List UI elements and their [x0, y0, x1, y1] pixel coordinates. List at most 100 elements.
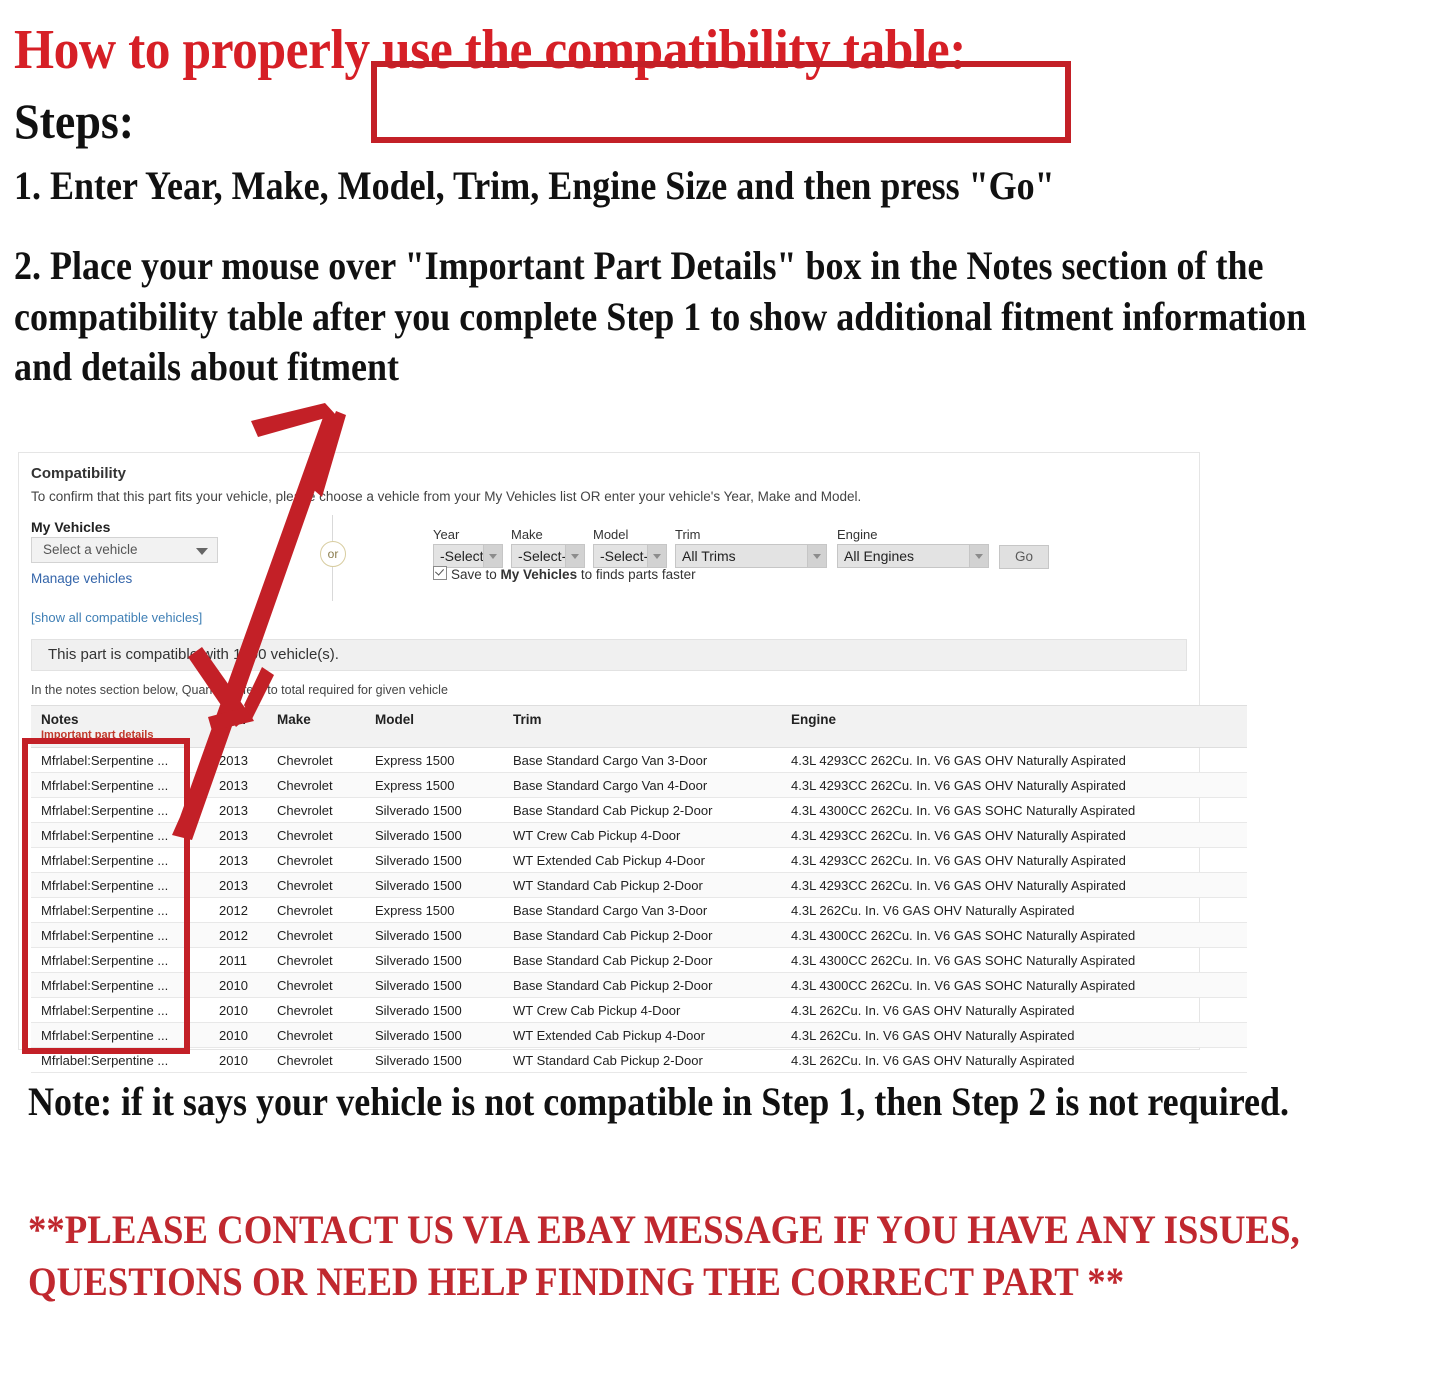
- table-row[interactable]: Mfrlabel:Serpentine ... 2013 Chevrolet Silv…: [31, 822, 1247, 848]
- table-row[interactable]: Mfrlabel:Serpentine ... 2013 Chevrolet Expr…: [31, 772, 1247, 798]
- cell-year: 2013: [209, 847, 267, 873]
- chevron-down-icon: [565, 545, 584, 567]
- fitment-table: Notes Important part details Year Make M…: [31, 705, 1247, 1073]
- table-row[interactable]: Mfrlabel:Serpentine ... 2010 Chevrolet Silv…: [31, 1022, 1247, 1048]
- table-row[interactable]: Mfrlabel:Serpentine ... 2012 Chevrolet Silv…: [31, 922, 1247, 948]
- cell-notes: Mfrlabel:Serpentine ...: [31, 822, 209, 848]
- table-row[interactable]: Mfrlabel:Serpentine ... 2010 Chevrolet Silv…: [31, 1047, 1247, 1073]
- table-row[interactable]: Mfrlabel:Serpentine ... 2012 Chevrolet Expr…: [31, 897, 1247, 923]
- cell-year: 2013: [209, 772, 267, 798]
- table-row[interactable]: Mfrlabel:Serpentine ... 2013 Chevrolet Silv…: [31, 797, 1247, 823]
- model-field: Model -Select-: [593, 527, 667, 568]
- cell-year: 2011: [209, 947, 267, 973]
- cell-engine: 4.3L 4293CC 262Cu. In. V6 GAS OHV Natura…: [781, 747, 1247, 773]
- cell-engine: 4.3L 262Cu. In. V6 GAS OHV Naturally Asp…: [781, 1047, 1247, 1073]
- my-vehicles-label: My Vehicles: [31, 519, 111, 535]
- cell-notes: Mfrlabel:Serpentine ...: [31, 1022, 209, 1048]
- or-divider: or: [316, 515, 350, 601]
- table-header-row: Notes Important part details Year Make M…: [31, 705, 1247, 748]
- manage-vehicles-link[interactable]: Manage vehicles: [31, 571, 132, 586]
- cell-notes: Mfrlabel:Serpentine ...: [31, 797, 209, 823]
- cell-trim: Base Standard Cab Pickup 2-Door: [503, 922, 781, 948]
- column-header-engine: Engine: [781, 705, 1247, 748]
- cell-trim: Base Standard Cab Pickup 2-Door: [503, 947, 781, 973]
- table-row[interactable]: Mfrlabel:Serpentine ... 2010 Chevrolet Silv…: [31, 972, 1247, 998]
- year-select[interactable]: -Select-: [433, 544, 503, 568]
- cell-year: 2012: [209, 897, 267, 923]
- cell-make: Chevrolet: [267, 772, 365, 798]
- cell-trim: Base Standard Cargo Van 4-Door: [503, 772, 781, 798]
- footer-contact-message: **PLEASE CONTACT US VIA EBAY MESSAGE IF …: [28, 1207, 1300, 1304]
- engine-label: Engine: [837, 527, 878, 542]
- column-header-trim: Trim: [503, 705, 781, 748]
- cell-model: Express 1500: [365, 897, 503, 923]
- cell-engine: 4.3L 4300CC 262Cu. In. V6 GAS SOHC Natur…: [781, 947, 1247, 973]
- make-field: Make -Select-: [511, 527, 585, 568]
- vehicle-select-dropdown[interactable]: Select a vehicle: [31, 537, 218, 563]
- make-select[interactable]: -Select-: [511, 544, 585, 568]
- cell-trim: WT Crew Cab Pickup 4-Door: [503, 822, 781, 848]
- cell-model: Silverado 1500: [365, 872, 503, 898]
- trim-field: Trim All Trims: [675, 527, 827, 568]
- engine-select[interactable]: All Engines: [837, 544, 989, 568]
- table-row[interactable]: Mfrlabel:Serpentine ... 2011 Chevrolet Silv…: [31, 947, 1247, 973]
- year-value: -Select-: [440, 548, 489, 564]
- step-1-text: 1. Enter Year, Make, Model, Trim, Engine…: [14, 163, 1055, 208]
- highlight-box-vehicle-finder: [371, 61, 1071, 143]
- cell-trim: WT Crew Cab Pickup 4-Door: [503, 997, 781, 1023]
- cell-trim: WT Standard Cab Pickup 2-Door: [503, 1047, 781, 1073]
- table-row[interactable]: Mfrlabel:Serpentine ... 2013 Chevrolet Silv…: [31, 847, 1247, 873]
- cell-year: 2010: [209, 1047, 267, 1073]
- year-label: Year: [433, 527, 460, 542]
- cell-notes: Mfrlabel:Serpentine ...: [31, 922, 209, 948]
- cell-model: Silverado 1500: [365, 797, 503, 823]
- cell-year: 2013: [209, 797, 267, 823]
- cell-year: 2013: [209, 747, 267, 773]
- show-all-compatible-vehicles-link[interactable]: [show all compatible vehicles]: [31, 610, 202, 625]
- make-value: -Select-: [518, 548, 567, 564]
- cell-year: 2013: [209, 872, 267, 898]
- cell-model: Silverado 1500: [365, 972, 503, 998]
- cell-year: 2010: [209, 1022, 267, 1048]
- quantity-note: In the notes section below, Quantity ref…: [31, 683, 448, 697]
- notes-header-label: Notes: [41, 712, 79, 727]
- cell-notes: Mfrlabel:Serpentine ...: [31, 997, 209, 1023]
- cell-model: Express 1500: [365, 772, 503, 798]
- chevron-down-icon: [483, 545, 502, 567]
- save-vehicle-checkbox[interactable]: [433, 566, 447, 580]
- model-value: -Select-: [600, 548, 649, 564]
- table-row[interactable]: Mfrlabel:Serpentine ... 2013 Chevrolet Silv…: [31, 872, 1247, 898]
- cell-engine: 4.3L 4300CC 262Cu. In. V6 GAS SOHC Natur…: [781, 922, 1247, 948]
- chevron-down-icon: [196, 548, 208, 555]
- chevron-down-icon: [647, 545, 666, 567]
- table-row[interactable]: Mfrlabel:Serpentine ... 2013 Chevrolet Expr…: [31, 747, 1247, 773]
- cell-trim: WT Standard Cab Pickup 2-Door: [503, 872, 781, 898]
- important-part-details-label[interactable]: Important part details: [41, 729, 209, 741]
- cell-model: Silverado 1500: [365, 922, 503, 948]
- cell-model: Silverado 1500: [365, 847, 503, 873]
- cell-trim: Base Standard Cab Pickup 2-Door: [503, 972, 781, 998]
- save-bold-text: My Vehicles: [500, 567, 578, 582]
- cell-make: Chevrolet: [267, 747, 365, 773]
- model-select[interactable]: -Select-: [593, 544, 667, 568]
- save-suffix-text: to finds parts faster: [577, 567, 696, 582]
- column-header-model: Model: [365, 705, 503, 748]
- chevron-down-icon: [969, 545, 988, 567]
- cell-model: Silverado 1500: [365, 822, 503, 848]
- trim-select[interactable]: All Trims: [675, 544, 827, 568]
- save-to-my-vehicles-row[interactable]: Save to My Vehicles to finds parts faste…: [433, 566, 696, 582]
- cell-engine: 4.3L 262Cu. In. V6 GAS OHV Naturally Asp…: [781, 997, 1247, 1023]
- cell-model: Silverado 1500: [365, 1022, 503, 1048]
- table-row[interactable]: Mfrlabel:Serpentine ... 2010 Chevrolet Silv…: [31, 997, 1247, 1023]
- trim-value: All Trims: [682, 548, 736, 564]
- cell-notes: Mfrlabel:Serpentine ...: [31, 872, 209, 898]
- make-label: Make: [511, 527, 543, 542]
- cell-make: Chevrolet: [267, 1022, 365, 1048]
- fitment-table-body: Mfrlabel:Serpentine ... 2013 Chevrolet Expr…: [31, 747, 1247, 1073]
- cell-notes: Mfrlabel:Serpentine ...: [31, 897, 209, 923]
- go-button[interactable]: Go: [999, 545, 1049, 569]
- cell-notes: Mfrlabel:Serpentine ...: [31, 1047, 209, 1073]
- cell-make: Chevrolet: [267, 897, 365, 923]
- cell-make: Chevrolet: [267, 847, 365, 873]
- cell-notes: Mfrlabel:Serpentine ...: [31, 747, 209, 773]
